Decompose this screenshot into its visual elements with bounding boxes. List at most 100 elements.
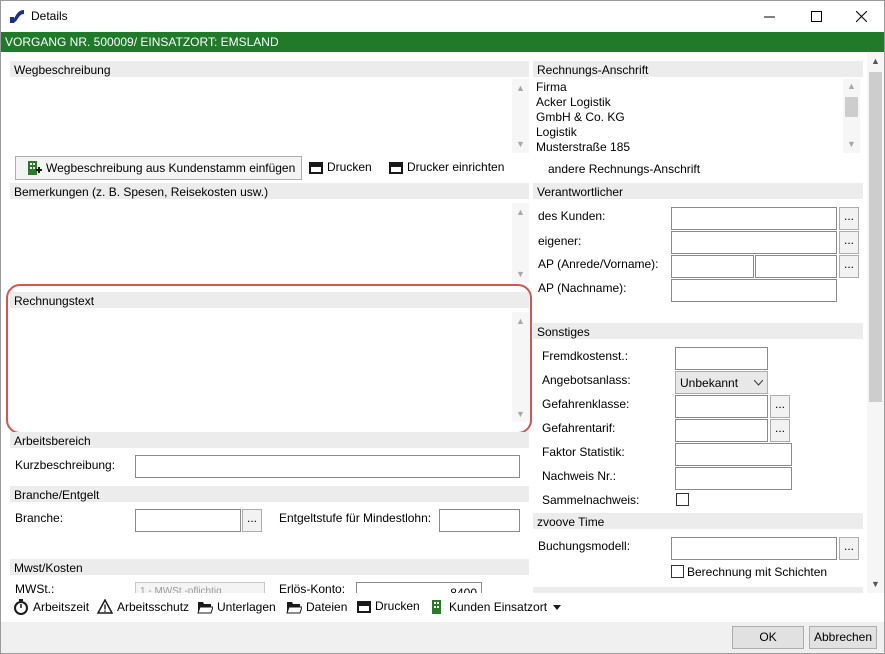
gefahrenklasse-input[interactable] bbox=[675, 395, 768, 418]
main-scrollbar[interactable]: ▲ ▼ bbox=[867, 52, 884, 593]
title-bar: Details bbox=[1, 1, 884, 32]
scroll-up-icon[interactable]: ▲ bbox=[867, 54, 884, 68]
scroll-down-icon[interactable]: ▼ bbox=[843, 137, 860, 151]
arbeitsschutz-label: Arbeitsschutz bbox=[117, 600, 190, 614]
section-bemerkungen: Bemerkungen (z. B. Spesen, Reisekosten u… bbox=[10, 183, 529, 199]
dateien-button[interactable]: Dateien bbox=[286, 599, 347, 615]
arbeitszeit-label: Arbeitszeit bbox=[33, 600, 90, 614]
ap-vorname-input[interactable] bbox=[755, 255, 837, 278]
wegbeschreibung-textarea[interactable] bbox=[10, 77, 529, 153]
section-verantwortlicher: Verantwortlicher bbox=[533, 183, 863, 199]
app-logo-icon bbox=[10, 10, 24, 23]
arbeitszeit-button[interactable]: Arbeitszeit bbox=[13, 599, 89, 615]
section-arbeitsbereich: Arbeitsbereich bbox=[10, 432, 529, 448]
close-button[interactable] bbox=[838, 1, 884, 32]
eigener-label: eigener: bbox=[538, 234, 582, 248]
bemerkungen-textarea[interactable] bbox=[10, 199, 529, 283]
scroll-down-icon[interactable]: ▼ bbox=[512, 267, 529, 281]
other-address-link[interactable]: andere Rechnungs-Anschrift bbox=[548, 162, 700, 176]
bottom-print-button[interactable]: Drucken bbox=[357, 599, 420, 613]
window-title: Details bbox=[31, 9, 68, 23]
entgeltstufe-input[interactable] bbox=[439, 509, 520, 532]
sammelnachweis-label: Sammelnachweis: bbox=[542, 493, 640, 507]
entgeltstufe-label: Entgeltstufe für Mindestlohn: bbox=[279, 511, 432, 525]
maximize-icon bbox=[810, 11, 822, 22]
fremdkosten-input[interactable] bbox=[675, 347, 768, 370]
cancel-button[interactable]: Abbrechen bbox=[809, 626, 877, 649]
insert-wegbeschreibung-button[interactable]: Wegbeschreibung aus Kundenstamm einfügen bbox=[15, 156, 302, 180]
minimize-button[interactable] bbox=[746, 1, 792, 32]
kunden-einsatzort-label: Kunden Einsatzort bbox=[449, 600, 548, 614]
branche-input[interactable] bbox=[135, 509, 241, 532]
dateien-label: Dateien bbox=[306, 600, 348, 614]
section-zvoove-time: zvoove Time bbox=[533, 513, 863, 529]
schichten-checkbox[interactable] bbox=[671, 565, 684, 578]
sammelnachweis-checkbox[interactable] bbox=[676, 493, 689, 506]
scroll-down-icon[interactable]: ▼ bbox=[867, 577, 884, 591]
scroll-down-icon[interactable]: ▼ bbox=[512, 137, 529, 151]
ap-nachname-input[interactable] bbox=[671, 279, 837, 302]
fremdkosten-label: Fremdkostenst.: bbox=[542, 349, 629, 363]
eigener-input[interactable] bbox=[671, 231, 837, 254]
warning-icon bbox=[97, 599, 113, 614]
anschrift-scrollbar[interactable]: ▲ ▼ bbox=[843, 79, 860, 153]
angebotsanlass-select[interactable]: Unbekannt bbox=[675, 371, 768, 394]
kunden-label: des Kunden: bbox=[538, 209, 606, 223]
arbeitsschutz-button[interactable]: Arbeitsschutz bbox=[97, 599, 189, 615]
scroll-thumb[interactable] bbox=[869, 72, 882, 402]
gefahrenklasse-lookup-button[interactable]: ... bbox=[770, 395, 790, 418]
ap-anrede-input[interactable] bbox=[671, 255, 754, 278]
bottom-toolbar: Arbeitszeit Arbeitsschutz Unterlagen Dat… bbox=[1, 593, 884, 622]
buchungsmodell-input[interactable] bbox=[671, 537, 837, 560]
minimize-icon bbox=[763, 16, 775, 18]
section-branche-entgelt: Branche/Entgelt bbox=[10, 486, 529, 502]
anschrift-line: GmbH & Co. KG bbox=[536, 110, 625, 124]
ap-anrede-label: AP (Anrede/Vorname): bbox=[538, 257, 659, 271]
section-sonstiges: Sonstiges bbox=[533, 323, 863, 339]
angebotsanlass-value: Unbekannt bbox=[680, 376, 739, 390]
faktor-statistik-input[interactable] bbox=[675, 443, 792, 466]
bottom-print-label: Drucken bbox=[375, 599, 420, 613]
bemerkungen-scrollbar[interactable]: ▲ ▼ bbox=[512, 203, 529, 283]
kunden-einsatzort-button[interactable]: Kunden Einsatzort bbox=[429, 599, 562, 615]
details-window: Details VORGANG NR. 500009/ EINSATZORT: … bbox=[0, 0, 885, 654]
anschrift-line: Musterstraße 185 bbox=[536, 140, 631, 154]
insert-wegbeschreibung-label: Wegbeschreibung aus Kundenstamm einfügen bbox=[46, 161, 296, 175]
kunden-lookup-button[interactable]: ... bbox=[839, 207, 859, 230]
eigener-lookup-button[interactable]: ... bbox=[839, 231, 859, 254]
folder-icon bbox=[286, 602, 302, 614]
gefahrenklasse-label: Gefahrenklasse: bbox=[542, 397, 630, 411]
printer-setup-button[interactable]: Drucker einrichten bbox=[389, 160, 504, 174]
vorgang-banner: VORGANG NR. 500009/ EINSATZORT: EMSLAND bbox=[1, 32, 884, 52]
gefahrentarif-input[interactable] bbox=[675, 419, 768, 442]
scroll-up-icon[interactable]: ▲ bbox=[512, 205, 529, 219]
section-mwst-kosten: Mwst/Kosten bbox=[10, 559, 529, 575]
section-wegbeschreibung: Wegbeschreibung bbox=[10, 61, 529, 77]
gefahrentarif-lookup-button[interactable]: ... bbox=[770, 419, 790, 442]
buchungsmodell-label: Buchungsmodell: bbox=[538, 539, 631, 553]
print-label: Drucken bbox=[327, 160, 372, 174]
scroll-up-icon[interactable]: ▲ bbox=[843, 79, 860, 93]
unterlagen-button[interactable]: Unterlagen bbox=[197, 599, 276, 615]
buchungsmodell-lookup-button[interactable]: ... bbox=[839, 537, 859, 560]
scroll-thumb[interactable] bbox=[845, 97, 858, 117]
ok-button[interactable]: OK bbox=[732, 626, 804, 649]
rechnungs-anschrift-text[interactable]: Firma Acker Logistik GmbH & Co. KG Logis… bbox=[533, 77, 863, 154]
chevron-down-icon bbox=[754, 380, 763, 386]
print-button[interactable]: Drucken bbox=[309, 160, 372, 174]
maximize-button[interactable] bbox=[793, 1, 839, 32]
wegbeschreibung-scrollbar[interactable]: ▲ ▼ bbox=[512, 79, 529, 153]
branche-lookup-button[interactable]: ... bbox=[242, 509, 262, 532]
anschrift-line: Logistik bbox=[536, 125, 577, 139]
nachweis-input[interactable] bbox=[675, 467, 792, 490]
nachweis-label: Nachweis Nr.: bbox=[542, 469, 617, 483]
mwst-row-clip: MWSt.: 1 - MWSt.-pflichtig Erlös-Konto: … bbox=[1, 580, 531, 594]
anschrift-line: Firma bbox=[536, 80, 567, 94]
kurzbeschreibung-input[interactable] bbox=[135, 455, 520, 478]
ap-lookup-button[interactable]: ... bbox=[839, 255, 859, 278]
scroll-up-icon[interactable]: ▲ bbox=[512, 81, 529, 95]
building-add-icon bbox=[28, 161, 42, 175]
kunden-input[interactable] bbox=[671, 207, 837, 230]
unterlagen-label: Unterlagen bbox=[217, 600, 276, 614]
building-icon bbox=[432, 600, 441, 614]
